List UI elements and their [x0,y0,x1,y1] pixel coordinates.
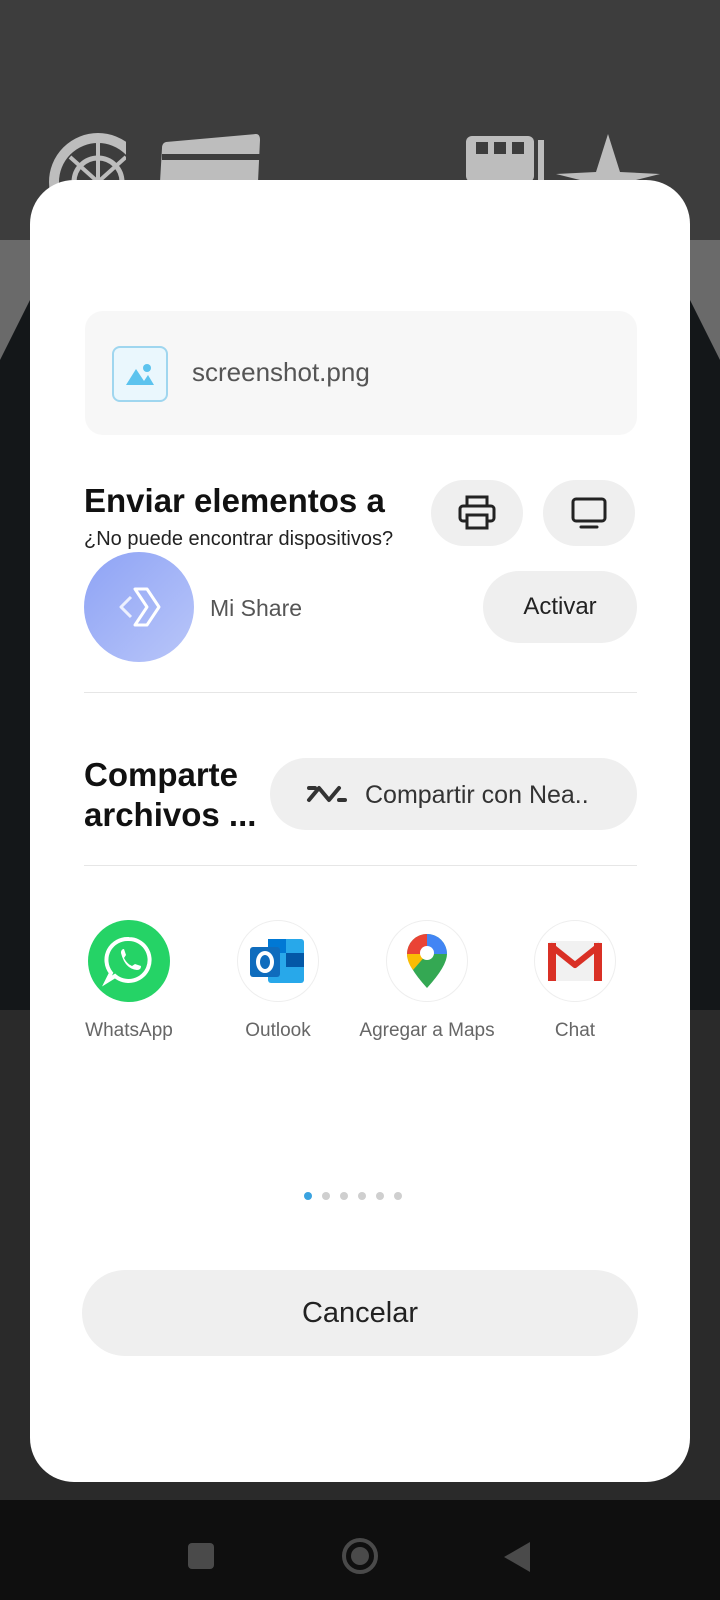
app-target-whatsapp[interactable]: WhatsApp [59,920,199,1042]
card-icon [160,134,260,182]
share-section-title: Comparte archivos ... [84,756,257,833]
page-indicator [304,1192,402,1200]
send-section-title: Enviar elementos a [84,482,385,519]
back-button[interactable] [504,1542,530,1572]
print-button[interactable] [431,480,523,546]
app-label: Outlook [245,1020,311,1041]
nearby-share-label: Compartir con Nea.. [365,781,589,809]
page-dot[interactable] [340,1192,348,1200]
recent-apps-button[interactable] [188,1543,214,1569]
page-dot[interactable] [376,1192,384,1200]
cancel-button[interactable]: Cancelar [82,1270,638,1356]
page-dot[interactable] [322,1192,330,1200]
image-icon [112,346,168,402]
divider [84,692,637,693]
outlook-icon [237,920,319,1002]
app-target-maps[interactable]: Agregar a Maps [357,920,497,1042]
page-dot[interactable] [394,1192,402,1200]
file-name: screenshot.png [192,357,370,387]
google-maps-icon [386,920,468,1002]
gmail-icon [534,920,616,1002]
divider [84,865,637,866]
page-dot[interactable] [304,1192,312,1200]
whatsapp-icon [88,920,170,1002]
app-target-outlook[interactable]: Outlook [208,920,348,1042]
app-label: WhatsApp [85,1020,173,1041]
monitor-icon [571,497,607,529]
page-dot[interactable] [358,1192,366,1200]
printer-icon [458,495,496,530]
nearby-share-icon [307,786,347,802]
file-preview-card: screenshot.png [85,311,637,435]
nearby-share-button[interactable]: Compartir con Nea.. [270,758,637,830]
mi-share-label: Mi Share [210,595,303,621]
share-sheet: screenshot.png Enviar elementos a ¿No pu… [30,180,690,1482]
cast-screen-button[interactable] [543,480,635,546]
app-label: Agregar a Maps [359,1020,495,1041]
mi-share-icon[interactable] [84,552,194,662]
home-button[interactable] [342,1538,378,1574]
star-icon [556,134,660,182]
no-devices-link[interactable]: ¿No puede encontrar dispositivos? [84,528,393,551]
app-label: Chat [554,1020,596,1041]
slot-machine-icon [466,136,544,182]
app-target-gmail[interactable]: Chat [505,920,645,1042]
activate-button[interactable]: Activar [483,571,637,643]
